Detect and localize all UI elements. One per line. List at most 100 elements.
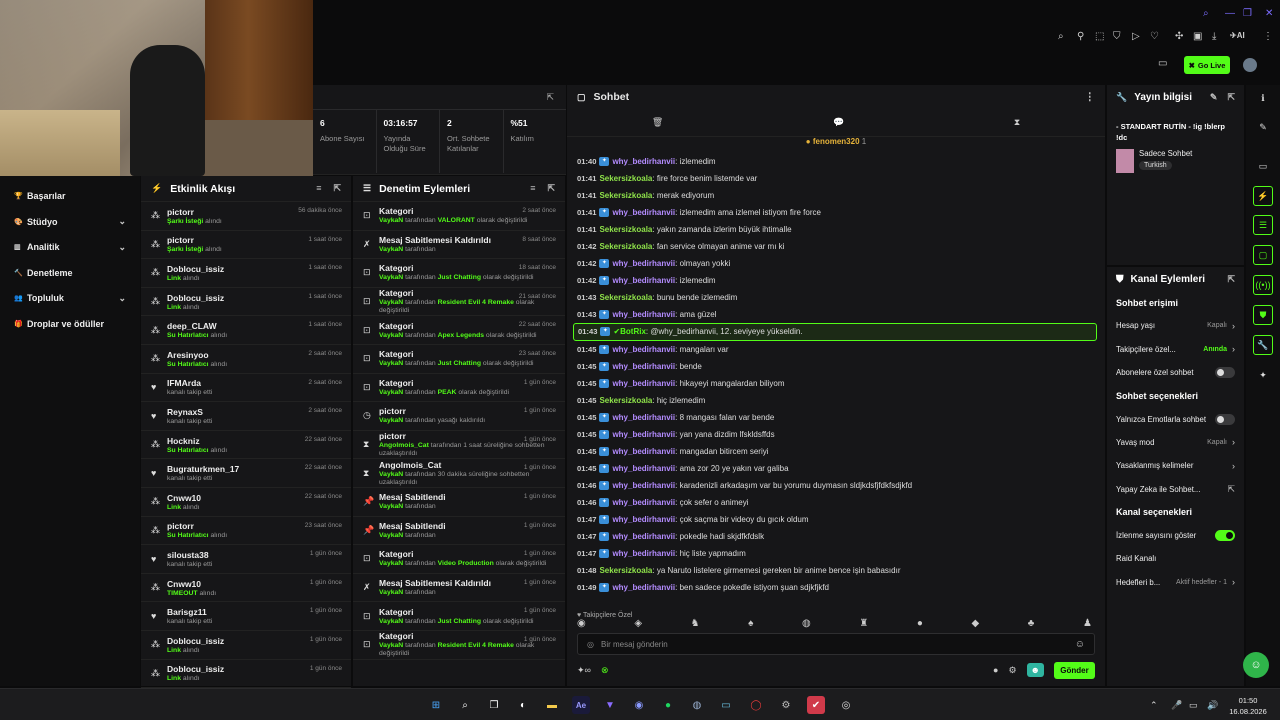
opera-gx-icon[interactable]: ◯ xyxy=(747,696,765,714)
filter-icon[interactable]: ≡ xyxy=(316,183,321,194)
ban-icon[interactable]: ⛊ xyxy=(1253,305,1273,325)
chat-message[interactable]: 01:42 ✦ why_bedirhanvii: olmayan yokki xyxy=(567,255,1105,272)
chat-bubble-icon[interactable]: ● xyxy=(993,665,998,675)
channel-setting-row[interactable]: Hedefleri b... Aktif hedefler - 1 › xyxy=(1107,571,1244,594)
emote-icon[interactable]: ◆ xyxy=(972,618,980,629)
moderation-item[interactable]: ⊡ Kategori VaykaN tarafından Apex Legends … xyxy=(353,316,565,345)
chat-message[interactable]: 01:45 ✦ why_bedirhanvii: yan yana dizdim l… xyxy=(567,426,1105,443)
channel-setting-row[interactable]: Yalnızca Emotlarla sohbet xyxy=(1107,407,1244,430)
activity-item[interactable]: ♥ Bugraturkmen_17 kanalı takip etti 22 saat… xyxy=(141,459,351,488)
toggle-switch[interactable] xyxy=(1215,413,1235,425)
chat-username[interactable]: why_bedirhanvii xyxy=(612,379,675,388)
search-icon[interactable]: ⌕ xyxy=(1203,8,1209,19)
channel-setting-row[interactable]: Yasaklanmış kelimeler › xyxy=(1107,454,1244,477)
moderation-item[interactable]: ⊡ Kategori VaykaN tarafından VALORANT olar… xyxy=(353,202,565,231)
go-live-button[interactable]: ✖ Go Live xyxy=(1184,56,1230,74)
trash-icon[interactable]: 🗑 xyxy=(652,117,663,128)
chat-message[interactable]: 01:42 Sekersizkoala: fan service olmayan … xyxy=(567,238,1105,255)
widgets-icon[interactable]: ◐ xyxy=(514,696,532,714)
clock[interactable]: 01:50 16.08.2026 xyxy=(1222,695,1274,717)
chat-username[interactable]: why_bedirhanvii xyxy=(612,549,675,558)
moderation-item[interactable]: ⊡ Kategori VaykaN tarafından Just Chatting… xyxy=(353,345,565,374)
chat-message[interactable]: 01:45 ✦ why_bedirhanvii: hikayeyi mangalar… xyxy=(567,375,1105,392)
activity-item[interactable]: ⁂ Doblocu_issiz Link alındı 1 gün önce xyxy=(141,631,351,660)
channel-setting-row[interactable]: Takipçilere özel... Anında › xyxy=(1107,338,1244,361)
chat-message[interactable]: 01:41 Sekersizkoala: merak ediyorum xyxy=(567,187,1105,204)
chat-message[interactable]: 01:41 ✦ why_bedirhanvii: izlemedim ama izl… xyxy=(567,204,1105,221)
chat-username[interactable]: Sekersizkoala xyxy=(599,566,652,575)
activity-item[interactable]: ⁂ Hockniz Su Hatırlatıcı alındı 22 saat önc… xyxy=(141,431,351,460)
menu-dots-icon[interactable]: ⋮ xyxy=(1263,31,1273,42)
list-icon[interactable]: ☰ xyxy=(1253,215,1273,235)
chat-message[interactable]: 01:45 Sekersizkoala: hiç izlemedim xyxy=(567,392,1105,409)
ai-button[interactable]: ✈AI xyxy=(1230,31,1245,40)
chat-message[interactable]: 01:45 ✦ why_bedirhanvii: bende xyxy=(567,358,1105,375)
microphone-icon[interactable]: 🎤 xyxy=(1171,700,1182,711)
send-button[interactable]: Gönder xyxy=(1054,661,1095,679)
chat-message[interactable]: 01:46 ✦ why_bedirhanvii: çok sefer o anime… xyxy=(567,494,1105,511)
chat-message[interactable]: 01:47 ✦ why_bedirhanvii: pokedle hadi skjd… xyxy=(567,528,1105,545)
channel-setting-row[interactable]: Raid Kanalı xyxy=(1107,547,1244,570)
kick-icon[interactable]: ⊗ xyxy=(601,665,609,676)
popout-icon[interactable]: ⇱ xyxy=(547,183,555,194)
chat-username[interactable]: BotRix xyxy=(620,327,646,336)
sidebar-item-topluluk[interactable]: 👥 Topluluk ⌄ xyxy=(0,286,140,310)
activity-item[interactable]: ♥ silousta38 kanalı takip etti 1 gün önce xyxy=(141,545,351,574)
hourglass-icon[interactable]: ⧗ xyxy=(1014,117,1020,128)
discord-icon[interactable]: ◉ xyxy=(630,696,648,714)
app-icon[interactable]: ✔ xyxy=(807,696,825,714)
popout-icon[interactable]: ⇱ xyxy=(1227,92,1235,103)
sidebar-item-droplar-ve-ödüller[interactable]: 🎁 Droplar ve ödüller xyxy=(0,312,140,336)
channel-setting-row[interactable]: Yavaş mod Kapalı › xyxy=(1107,431,1244,454)
tray-chevron-icon[interactable]: ⌃ xyxy=(1150,700,1158,711)
channel-setting-row[interactable]: Hesap yaşı Kapalı › xyxy=(1107,314,1244,337)
edit-icon[interactable]: ✎ xyxy=(1210,92,1218,103)
filter-icon[interactable]: ≡ xyxy=(530,183,535,194)
settings-icon[interactable]: ⚙ xyxy=(777,696,795,714)
activity-item[interactable]: ♥ ReynaxS kanalı takip etti 2 saat önce xyxy=(141,402,351,431)
moderation-item[interactable]: ⊡ Kategori VaykaN tarafından Just Chatting… xyxy=(353,259,565,288)
emote-icon[interactable]: ◉ xyxy=(577,618,586,629)
heart-icon[interactable]: ♡ xyxy=(1150,31,1159,42)
moderation-item[interactable]: ✗ Mesaj Sabitlemesi Kaldırıldı VaykaN tara… xyxy=(353,574,565,603)
emote-icon[interactable]: ♠ xyxy=(748,618,753,629)
chat-menu-icon[interactable]: ⋮ xyxy=(1085,91,1096,103)
restore-icon[interactable]: ❐ xyxy=(1243,8,1252,19)
moderation-item[interactable]: ✗ Mesaj Sabitlemesi Kaldırıldı VaykaN tara… xyxy=(353,231,565,260)
activity-item[interactable]: ⁂ Aresinyoo Su Hatırlatıcı alındı 2 saat ön… xyxy=(141,345,351,374)
chat-username[interactable]: why_bedirhanvii xyxy=(612,345,675,354)
activity-item[interactable]: ♥ Barisgz11 kanalı takip etti 1 gün önce xyxy=(141,602,351,631)
chat-username[interactable]: why_bedirhanvii xyxy=(612,481,675,490)
chat-input[interactable]: ◎ Bir mesaj gönderin ☺ xyxy=(577,633,1095,655)
chat-username[interactable]: why_bedirhanvii xyxy=(612,310,675,319)
chat-message[interactable]: 01:46 ✦ why_bedirhanvii: karadenizli arkad… xyxy=(567,477,1105,494)
chat-username[interactable]: why_bedirhanvii xyxy=(612,413,675,422)
chat-username[interactable]: Sekersizkoala xyxy=(599,396,652,405)
channel-setting-row[interactable]: Abonelere özel sohbet xyxy=(1107,361,1244,384)
puzzle-icon[interactable]: ✣ xyxy=(1175,31,1183,42)
chat-message[interactable]: 01:43 Sekersizkoala: bunu bende izlemedim xyxy=(567,289,1105,306)
minimize-icon[interactable]: — xyxy=(1225,8,1235,19)
activity-item[interactable]: ⁂ deep_CLAW Su Hatırlatıcı alındı 1 saat ön… xyxy=(141,316,351,345)
channel-setting-row[interactable]: İzlenme sayısını göster xyxy=(1107,524,1244,547)
emote-icon[interactable]: ◈ xyxy=(634,618,642,629)
obs-icon[interactable]: ◎ xyxy=(837,696,855,714)
shield-icon[interactable]: ⛉ xyxy=(1113,31,1121,42)
play-icon[interactable]: ▷ xyxy=(1132,31,1140,42)
wrench-icon[interactable]: 🔧 xyxy=(1253,335,1273,355)
chat-username[interactable]: Sekersizkoala xyxy=(599,174,652,183)
chat-message[interactable]: 01:45 ✦ why_bedirhanvii: 8 mangası falan v… xyxy=(567,409,1105,426)
help-chat-icon[interactable]: ☺ xyxy=(1243,652,1269,678)
activity-item[interactable]: ⁂ Doblocu_issiz Link alındı 1 saat önce xyxy=(141,288,351,317)
emote-icon[interactable]: ♞ xyxy=(691,618,700,629)
chat-message[interactable]: 01:42 ✦ why_bedirhanvii: izlemedim xyxy=(567,272,1105,289)
moderation-item[interactable]: ⊡ Kategori VaykaN tarafından Video Product… xyxy=(353,545,565,574)
chat-message[interactable]: 01:43 ✦ why_bedirhanvii: ama güzel xyxy=(567,306,1105,323)
activity-item[interactable]: ⁂ Cnww10 Link alındı 22 saat önce xyxy=(141,488,351,517)
proton-vpn-icon[interactable]: ▼ xyxy=(601,696,619,714)
emote-icon[interactable]: ♣ xyxy=(1028,618,1035,629)
chat-username[interactable]: why_bedirhanvii xyxy=(612,447,675,456)
chat-username[interactable]: Sekersizkoala xyxy=(599,191,652,200)
chat-username[interactable]: Sekersizkoala xyxy=(599,225,652,234)
monitor-app-icon[interactable]: ▭ xyxy=(717,696,735,714)
